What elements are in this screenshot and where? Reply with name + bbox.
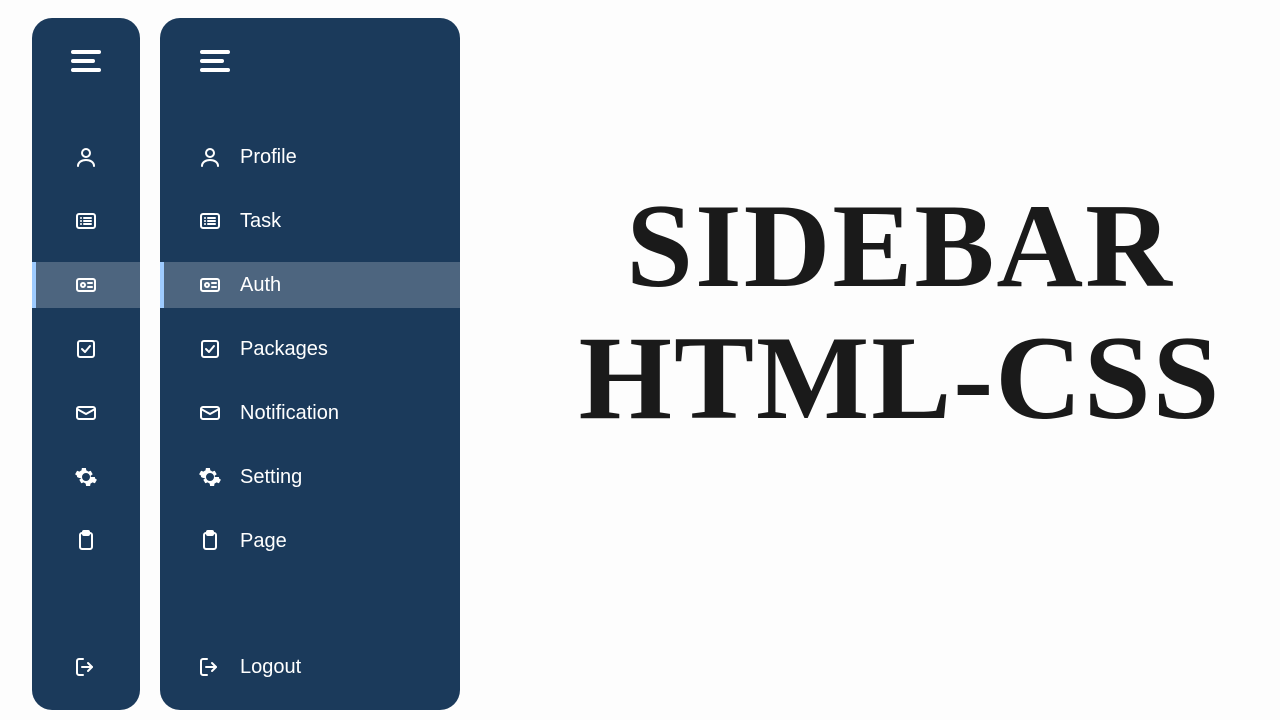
id-card-icon [198,273,222,297]
list-icon [198,209,222,233]
sidebar-item-label: Notification [240,402,339,425]
gear-icon [198,465,222,489]
sidebar-item-setting[interactable]: Setting [32,454,140,500]
sidebar-item-task[interactable]: Task [160,198,460,244]
sidebar-item-label: Packages [240,338,328,361]
sidebar-item-profile[interactable]: Profile [160,134,460,180]
hero-title: SIDEBAR HTML-CSS [560,180,1240,444]
sidebar-item-profile[interactable]: Profile [32,134,140,180]
logout-icon [198,655,222,679]
menu-toggle-button[interactable] [69,48,103,74]
sidebar-item-packages[interactable]: Packages [32,326,140,372]
logout-label: Logout [240,656,301,679]
logout-icon [74,655,98,679]
sidebar-item-setting[interactable]: Setting [160,454,460,500]
envelope-icon [198,401,222,425]
sidebar-item-page[interactable]: Page [160,518,460,564]
checkbox-icon [198,337,222,361]
sidebar-item-notification[interactable]: Notification [160,390,460,436]
sidebar-item-label: Profile [240,146,297,169]
hero-line-1: SIDEBAR [560,180,1240,312]
hamburger-icon [198,48,232,74]
gear-icon [74,465,98,489]
sidebar-item-logout[interactable]: Logout [32,644,140,690]
sidebar-item-logout[interactable]: Logout [160,644,460,690]
hamburger-icon [69,48,103,74]
user-icon [74,145,98,169]
sidebar-item-label: Auth [240,274,281,297]
hero-line-2: HTML-CSS [560,312,1240,444]
sidebar-item-notification[interactable]: Notification [32,390,140,436]
clipboard-icon [198,529,222,553]
sidebar-item-packages[interactable]: Packages [160,326,460,372]
sidebar-item-label: Page [240,530,287,553]
checkbox-icon [74,337,98,361]
sidebar-expanded: Profile Task Auth Packages Notification Setti… [160,18,460,710]
sidebar-item-task[interactable]: Task [32,198,140,244]
sidebar-item-label: Setting [240,466,302,489]
list-icon [74,209,98,233]
clipboard-icon [74,529,98,553]
sidebar-item-page[interactable]: Page [32,518,140,564]
sidebar-item-auth[interactable]: Auth [160,262,460,308]
nav-items-expanded: Profile Task Auth Packages Notification Setti… [160,134,460,564]
sidebar-collapsed: Profile Task Auth Packages Notification Setti… [32,18,140,710]
sidebar-item-label: Task [240,210,281,233]
sidebar-item-auth[interactable]: Auth [32,262,140,308]
menu-toggle-button[interactable] [198,48,460,74]
envelope-icon [74,401,98,425]
user-icon [198,145,222,169]
id-card-icon [74,273,98,297]
nav-items-collapsed: Profile Task Auth Packages Notification Setti… [32,134,140,564]
